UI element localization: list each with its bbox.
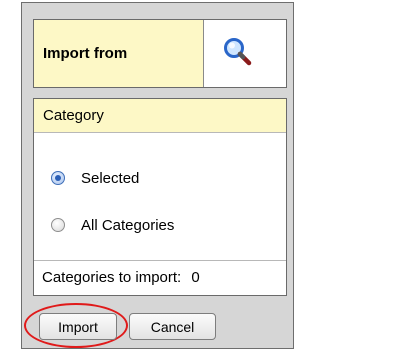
category-panel: Category Selected All Categories Categor…	[33, 98, 287, 296]
radio-all-categories[interactable]: All Categories	[51, 213, 174, 237]
radio-all-categories-control[interactable]	[51, 218, 65, 232]
import-from-label: Import from	[34, 20, 204, 87]
categories-count-value: 0	[191, 269, 200, 286]
cancel-button[interactable]: Cancel	[129, 313, 216, 340]
import-dialog: Import from Category Selected All Catego…	[21, 2, 294, 349]
categories-count-row: Categories to import: 0	[34, 260, 286, 295]
search-icon[interactable]	[222, 36, 254, 68]
radio-selected-control[interactable]	[51, 171, 65, 185]
radio-all-categories-label: All Categories	[81, 216, 175, 234]
import-from-row: Import from	[33, 19, 287, 88]
import-button[interactable]: Import	[39, 313, 117, 340]
category-header: Category	[34, 99, 286, 133]
radio-selected-label: Selected	[81, 169, 140, 187]
radio-selected[interactable]: Selected	[51, 166, 139, 190]
categories-count-label: Categories to import:	[42, 269, 182, 286]
